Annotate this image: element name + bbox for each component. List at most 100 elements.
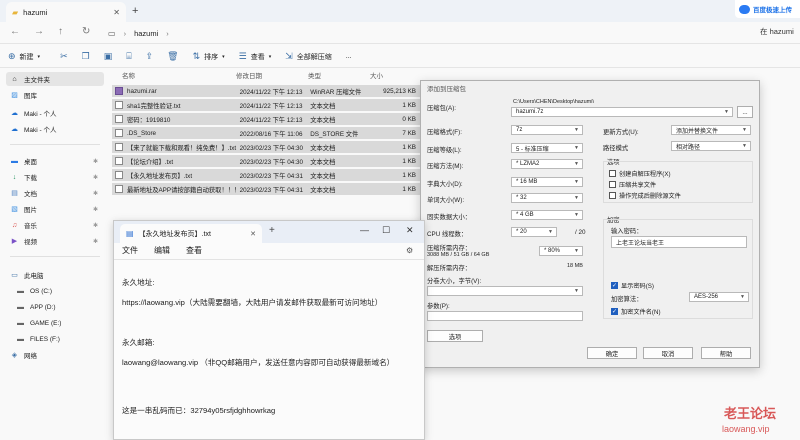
menu-edit[interactable]: 编辑 [154, 245, 170, 256]
sidebar-item-downloads[interactable]: ↓ 下载 ✱ [6, 170, 104, 184]
sidebar-item-this-pc[interactable]: ▭ 此电脑 [6, 268, 104, 282]
format-select[interactable]: 7z ▼ [511, 125, 583, 135]
password-input[interactable]: 上老王论坛当老王 [611, 236, 747, 248]
column-header-name[interactable]: 名称 [110, 70, 236, 82]
sidebar-item-drive-d[interactable]: ▬ APP (D:) [6, 300, 104, 314]
threads-select[interactable]: * 20 ▼ [511, 227, 557, 237]
text-line: laowang@laowang.vip （非QQ邮箱用户，发送任意内容即可自动获… [122, 358, 395, 367]
sidebar-item-onedrive-1[interactable]: ☁ Maki - 个人 [6, 106, 104, 120]
sidebar-item-gallery[interactable]: ▨ 图库 [6, 88, 104, 102]
archive-name-combo[interactable]: hazumi.7z ▼ [511, 107, 733, 117]
paste-icon[interactable]: ▣ [104, 51, 113, 62]
method-select[interactable]: * LZMA2 ▼ [511, 159, 583, 169]
explorer-tab[interactable]: ▰ hazumi ✕ [6, 2, 126, 22]
level-select[interactable]: 5 - 标准压缩 ▼ [511, 143, 583, 153]
delete-icon[interactable]: 🗑 [167, 51, 178, 62]
view-button[interactable]: ☰ 查看 ▾ [239, 51, 272, 62]
mem-percent-select[interactable]: * 80% ▼ [539, 246, 583, 256]
sidebar-item-videos[interactable]: ▶ 视频 ✱ [6, 234, 104, 248]
column-header-type[interactable]: 类型 [308, 70, 370, 82]
search-input[interactable]: 在 hazumi [760, 26, 794, 37]
gallery-icon: ▨ [11, 92, 18, 99]
new-button[interactable]: ⊕ 新建 ▾ [8, 51, 40, 62]
close-icon[interactable]: ✕ [113, 8, 120, 17]
up-icon[interactable]: ↑ [58, 26, 63, 37]
options-button[interactable]: 选项 [427, 330, 483, 342]
shared-files-checkbox[interactable]: 压缩共享文件 [609, 180, 656, 189]
sort-icon: ⇅ [192, 51, 201, 61]
encryption-method-select[interactable]: AES-256 ▼ [689, 292, 749, 302]
pin-icon: ✱ [92, 206, 98, 213]
sidebar-item-desktop[interactable]: ▬ 桌面 ✱ [6, 154, 104, 168]
split-volume-select[interactable]: ▼ [427, 286, 583, 296]
back-icon[interactable]: ← [10, 26, 20, 37]
ok-button[interactable]: 确定 [587, 347, 637, 359]
menu-view[interactable]: 查看 [186, 245, 202, 256]
text-line: 永久邮箱: [122, 338, 155, 347]
browse-button[interactable]: ... [737, 106, 753, 118]
sidebar-item-music[interactable]: ♫ 音乐 ✱ [6, 218, 104, 232]
show-password-checkbox[interactable]: ✓ 显示密码(S) [611, 281, 654, 290]
sidebar-item-drive-c[interactable]: ▬ OS (C:) [6, 284, 104, 298]
file-name: 密码：1919810 [127, 116, 171, 124]
copy-icon[interactable]: ❐ [82, 51, 90, 62]
solid-select[interactable]: * 4 GB ▼ [511, 210, 583, 220]
more-options-button[interactable]: ... [346, 53, 352, 60]
dict-select[interactable]: * 16 MB ▼ [511, 177, 583, 187]
close-window-icon[interactable]: ✕ [406, 225, 414, 236]
notepad-tab[interactable]: ▤ 【永久地址发布页】.txt ✕ [120, 224, 262, 243]
cut-icon[interactable]: ✂ [60, 51, 68, 62]
file-row[interactable]: 密码：1919810 2024/11/22 下午 12:13 文本文档 0 KB [112, 113, 420, 125]
new-button-label: 新建 [19, 53, 34, 61]
sidebar-item-home[interactable]: ⌂ 主文件夹 [6, 72, 104, 86]
sidebar-item-documents[interactable]: ▤ 文档 ✱ [6, 186, 104, 200]
close-icon[interactable]: ✕ [250, 230, 256, 238]
rename-icon[interactable]: ⌸ [126, 51, 131, 62]
params-input[interactable] [427, 311, 583, 321]
breadcrumb[interactable]: ▭ › hazumi › [108, 26, 668, 41]
new-tab-button[interactable]: + [269, 225, 275, 236]
refresh-icon[interactable]: ↻ [82, 26, 90, 37]
sort-button[interactable]: ⇅ 排序 ▾ [193, 51, 225, 62]
cancel-button[interactable]: 取消 [643, 347, 693, 359]
sidebar-item-label: 视频 [24, 239, 37, 246]
column-header-size[interactable]: 大小 [370, 70, 420, 82]
column-header-date[interactable]: 修改日期 [236, 70, 308, 82]
file-row[interactable]: 【永久地址发布页】.txt 2023/02/23 下午 04:31 文本文档 1… [112, 169, 420, 181]
sidebar-item-onedrive-2[interactable]: ☁ Maki - 个人 [6, 122, 104, 136]
forward-icon[interactable]: → [34, 26, 44, 37]
music-icon: ♫ [11, 221, 18, 229]
baidu-upload-badge[interactable]: 百度极速上传 [735, 0, 800, 18]
file-row[interactable]: 最新地址及APP请按部籍自动获取！！！... 2023/02/23 下午 04:… [112, 183, 420, 195]
chevron-down-icon: ▼ [574, 195, 579, 201]
notepad-menubar: 文件 编辑 查看 [122, 245, 202, 256]
path-mode-select[interactable]: 相对路径 ▼ [671, 141, 751, 151]
sidebar-item-drive-e[interactable]: ▬ GAME (E:) [6, 316, 104, 330]
file-row[interactable]: sha1完整性验证.txt 2024/11/22 下午 12:13 文本文档 1… [112, 99, 420, 111]
file-row[interactable]: 【论坛介绍】.txt 2023/02/23 下午 04:30 文本文档 1 KB [112, 155, 420, 167]
sidebar-item-drive-f[interactable]: ▬ FILES (F:) [6, 332, 104, 346]
sidebar-item-pictures[interactable]: ▧ 图片 ✱ [6, 202, 104, 216]
archive-path: C:\Users\CHEN\Desktop\hazumi\ [513, 99, 594, 105]
new-tab-button[interactable]: + [132, 5, 138, 17]
file-row[interactable]: 【来了就能下载和观看！纯免费！】.txt 2023/02/23 下午 04:30… [112, 141, 420, 153]
mem-percent-value: * 80% [544, 248, 561, 254]
file-row[interactable]: .DS_Store 2022/08/16 下午 11:06 DS_STORE 文… [112, 127, 420, 139]
share-icon[interactable]: ⇪ [146, 51, 154, 62]
encrypt-names-checkbox[interactable]: ✓ 加密文件名(N) [611, 307, 661, 316]
menu-file[interactable]: 文件 [122, 245, 138, 256]
help-button[interactable]: 帮助 [701, 347, 751, 359]
breadcrumb-folder[interactable]: hazumi [134, 29, 158, 38]
file-row[interactable]: hazumi.rar 2024/11/22 下午 12:13 WinRAR 压缩… [112, 85, 420, 97]
word-select[interactable]: * 32 ▼ [511, 193, 583, 203]
cloud-icon: ☁ [11, 126, 18, 133]
file-size: 1 KB [402, 185, 416, 193]
minimize-icon[interactable]: — [360, 225, 369, 235]
gear-icon[interactable]: ⚙ [406, 246, 413, 255]
update-mode-select[interactable]: 添加并替换文件 ▼ [671, 125, 751, 135]
extract-all-button[interactable]: ⇲ 全部解压缩 [285, 51, 332, 62]
sidebar-item-network[interactable]: ◈ 网络 [6, 348, 104, 362]
delete-after-checkbox[interactable]: 操作完成后删除源文件 [609, 191, 681, 200]
sfx-checkbox[interactable]: 创建自解压程序(X) [609, 169, 671, 178]
maximize-icon[interactable]: ☐ [382, 225, 390, 236]
